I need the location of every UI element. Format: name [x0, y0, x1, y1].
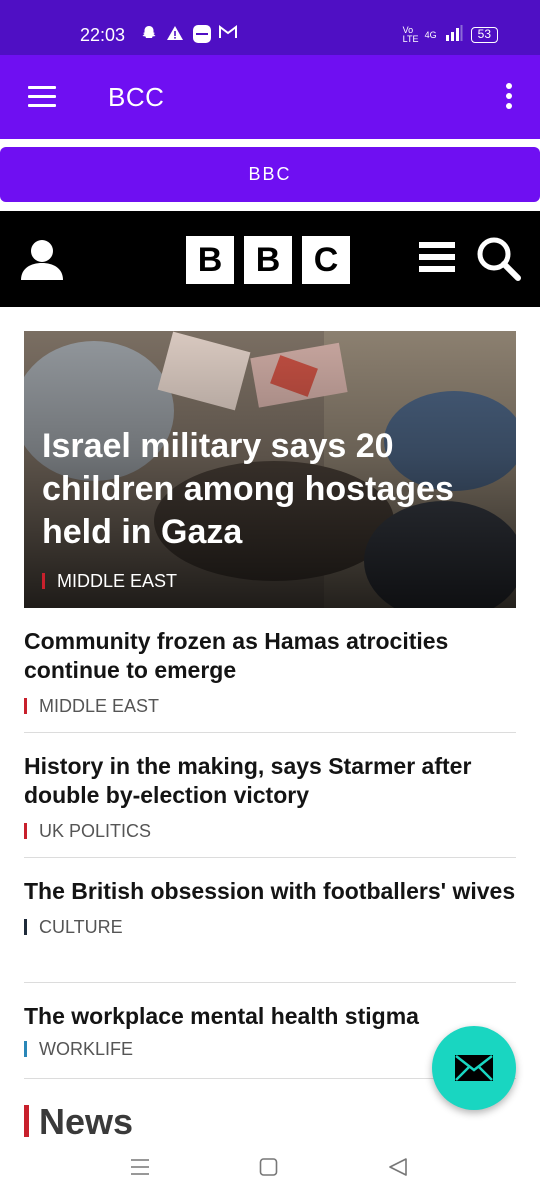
- section-marker: [24, 1105, 29, 1137]
- app-icon: [192, 24, 211, 43]
- hamburger-icon[interactable]: [28, 86, 56, 108]
- bbc-header: B B C: [0, 211, 540, 307]
- story-headline[interactable]: The British obsession with footballers' …: [24, 877, 516, 906]
- volte-label: Vo LTE: [402, 24, 419, 44]
- notification-icons: [140, 24, 237, 43]
- menu-icon[interactable]: [419, 242, 455, 274]
- hero-headline[interactable]: Israel military says 20 children among h…: [42, 425, 502, 554]
- status-time: 22:03: [80, 25, 126, 45]
- logo-letter: C: [302, 236, 350, 284]
- home-icon[interactable]: [259, 1158, 279, 1181]
- tag-marker: [42, 573, 45, 589]
- hero-story[interactable]: Israel military says 20 children among h…: [24, 331, 516, 608]
- story-headline[interactable]: Community frozen as Hamas atrocities con…: [24, 627, 516, 685]
- mail-fab[interactable]: [432, 1026, 516, 1110]
- gmail-icon: [218, 24, 237, 42]
- story-item[interactable]: The British obsession with footballers' …: [24, 877, 516, 983]
- logo-letter: B: [244, 236, 292, 284]
- tag-marker: [24, 823, 27, 839]
- tag-marker: [24, 1041, 27, 1057]
- alert-icon: [166, 24, 184, 42]
- status-right: Vo LTE 4G 53: [403, 25, 498, 44]
- tag-marker: [24, 698, 27, 714]
- recents-icon[interactable]: [130, 1158, 150, 1181]
- hero-tag-label: MIDDLE EAST: [57, 571, 178, 591]
- hero-tag[interactable]: MIDDLE EAST: [42, 571, 177, 592]
- story-tag-label: CULTURE: [39, 917, 123, 937]
- status-bar: 22:03 Vo LTE 4G 53: [0, 0, 540, 55]
- app-title: BCC: [108, 82, 165, 112]
- story-headline[interactable]: History in the making, says Starmer afte…: [24, 752, 516, 810]
- search-icon[interactable]: [476, 236, 522, 287]
- mail-icon: [455, 1055, 493, 1081]
- snapchat-icon: [140, 24, 158, 42]
- bbc-logo[interactable]: B B C: [186, 236, 350, 284]
- section-heading[interactable]: News: [24, 1101, 133, 1143]
- signal-icon: [445, 25, 463, 44]
- section-heading-label: News: [39, 1101, 134, 1142]
- more-vertical-icon[interactable]: [506, 83, 514, 111]
- logo-letter: B: [186, 236, 234, 284]
- story-headline[interactable]: The workplace mental health stigma: [24, 1002, 516, 1031]
- story-tag-label: WORKLIFE: [39, 1039, 134, 1059]
- story-tag[interactable]: MIDDLE EAST: [24, 696, 516, 717]
- story-tag-label: MIDDLE EAST: [39, 696, 160, 716]
- app-bar: BCC: [0, 55, 540, 139]
- bbc-button[interactable]: BBC: [0, 147, 540, 202]
- story-tag[interactable]: UK POLITICS: [24, 821, 516, 842]
- story-item[interactable]: History in the making, says Starmer afte…: [24, 752, 516, 858]
- story-tag-label: UK POLITICS: [39, 821, 152, 841]
- story-item[interactable]: Community frozen as Hamas atrocities con…: [24, 627, 516, 733]
- story-tag[interactable]: CULTURE: [24, 917, 516, 938]
- back-icon[interactable]: [388, 1158, 408, 1181]
- user-icon[interactable]: [20, 238, 64, 282]
- system-nav-bar: [0, 1140, 540, 1200]
- tag-marker: [24, 919, 27, 935]
- battery-level: 53: [470, 26, 498, 43]
- network-label: 4G: [424, 29, 437, 40]
